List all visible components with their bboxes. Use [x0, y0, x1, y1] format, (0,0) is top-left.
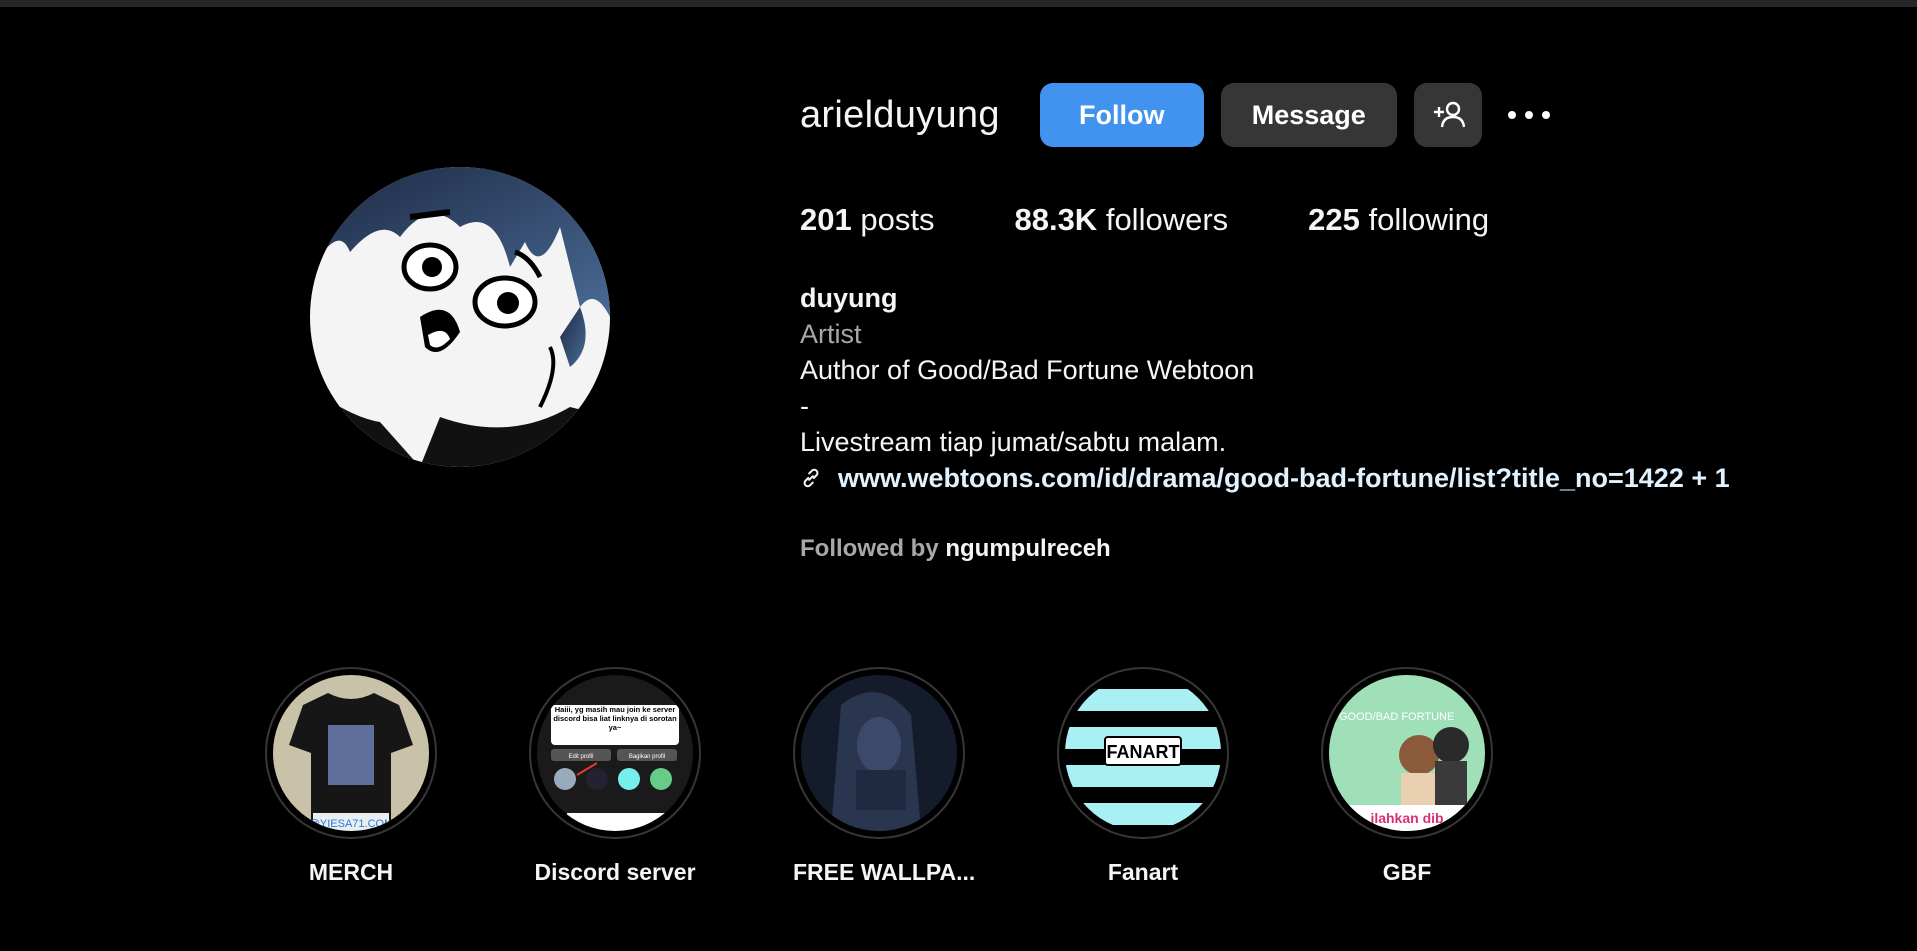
profile-header-row: arielduyung Follow Message	[800, 83, 1559, 147]
highlight-label: Discord server	[534, 859, 696, 885]
highlight-ring[interactable]: GOOD/BAD FORTUNE ilahkan dib	[1321, 667, 1493, 839]
bio-link[interactable]: www.webtoons.com/id/drama/good-bad-fortu…	[800, 460, 1730, 496]
person-add-icon	[1433, 101, 1465, 128]
highlight-label: GBF	[1382, 859, 1432, 885]
profile-stats: 201 posts 88.3K followers 225 following	[800, 202, 1569, 238]
fanart-cover-tag: FANART	[1107, 742, 1180, 762]
profile-display-name: duyung	[800, 283, 898, 313]
highlight-merch[interactable]: @YIESA71.COM MERCH	[265, 667, 437, 886]
highlight-gbf[interactable]: GOOD/BAD FORTUNE ilahkan dib GBF	[1321, 667, 1493, 886]
highlight-ring[interactable]: FANART	[1057, 667, 1229, 839]
highlight-free-wallpaper[interactable]: FREE WALLPA...	[793, 667, 976, 886]
wallpaper-cover-image	[801, 675, 957, 831]
more-options-button[interactable]	[1499, 83, 1559, 147]
gbf-cover-image: GOOD/BAD FORTUNE ilahkan dib	[1329, 675, 1485, 831]
following-label: following	[1368, 202, 1490, 237]
avatar-illustration	[310, 167, 610, 467]
posts-stat: 201 posts	[800, 202, 934, 238]
gbf-cover-bottom: ilahkan dib	[1370, 810, 1443, 826]
highlight-ring[interactable]: Haiii, yg masih mau join ke server disco…	[529, 667, 701, 839]
bio-link-text[interactable]: www.webtoons.com/id/drama/good-bad-fortu…	[838, 460, 1730, 496]
highlight-label: Fanart	[1107, 859, 1179, 885]
discord-cover-image: Haiii, yg masih mau join ke server disco…	[537, 675, 693, 831]
link-icon	[803, 468, 819, 488]
highlight-ring[interactable]: @YIESA71.COM	[265, 667, 437, 839]
profile-avatar[interactable]	[310, 167, 610, 467]
highlight-cover: Haiii, yg masih mau join ke server disco…	[537, 675, 693, 831]
discord-cover-share: Bagikan profil	[629, 754, 665, 760]
highlight-discord[interactable]: Haiii, yg masih mau join ke server disco…	[529, 667, 701, 886]
bio-line: Author of Good/Bad Fortune Webtoon	[800, 355, 1255, 385]
suggested-users-button[interactable]	[1413, 83, 1482, 147]
window-top-bar	[0, 0, 1917, 7]
followers-count: 88.3K	[1014, 202, 1098, 237]
posts-count: 201	[800, 202, 852, 237]
profile-username: arielduyung	[800, 93, 1000, 136]
message-button[interactable]: Message	[1220, 83, 1397, 147]
merch-cover-image: @YIESA71.COM	[273, 675, 429, 831]
highlight-fanart[interactable]: FANART Fanart	[1057, 667, 1229, 886]
followed-by-prefix: Followed by	[800, 535, 939, 562]
highlight-ring[interactable]	[793, 667, 965, 839]
followed-by[interactable]: Followed by ngumpulreceh	[800, 535, 1111, 563]
bio-line: Livestream tiap jumat/sabtu malam.	[800, 427, 1227, 457]
followers-stat[interactable]: 88.3K followers	[1014, 202, 1228, 238]
highlight-cover: @YIESA71.COM	[273, 675, 429, 831]
follow-button[interactable]: Follow	[1039, 83, 1204, 147]
discord-cover-edit: Edit profil	[568, 754, 593, 760]
more-horizontal-icon	[1507, 111, 1550, 119]
profile-bio: duyung Artist Author of Good/Bad Fortune…	[800, 280, 1730, 496]
posts-label: posts	[860, 202, 935, 237]
highlight-cover	[801, 675, 957, 831]
highlight-cover: GOOD/BAD FORTUNE ilahkan dib	[1329, 675, 1485, 831]
following-stat[interactable]: 225 following	[1308, 202, 1489, 238]
highlight-label: MERCH	[308, 859, 394, 885]
fanart-cover-image: FANART	[1065, 675, 1221, 831]
discord-cover-text: Haiii, yg masih mau join ke server disco…	[553, 705, 677, 732]
followers-label: followers	[1105, 202, 1229, 237]
profile-category: Artist	[800, 319, 862, 349]
followed-by-user[interactable]: ngumpulreceh	[945, 535, 1110, 562]
gbf-cover-title: GOOD/BAD FORTUNE	[1339, 711, 1454, 723]
bio-line: -	[800, 391, 809, 421]
highlight-label: FREE WALLPA...	[793, 859, 976, 885]
highlight-cover: FANART	[1065, 675, 1221, 831]
merch-cover-tag: @YIESA71.COM	[309, 818, 394, 830]
following-count: 225	[1308, 202, 1360, 237]
